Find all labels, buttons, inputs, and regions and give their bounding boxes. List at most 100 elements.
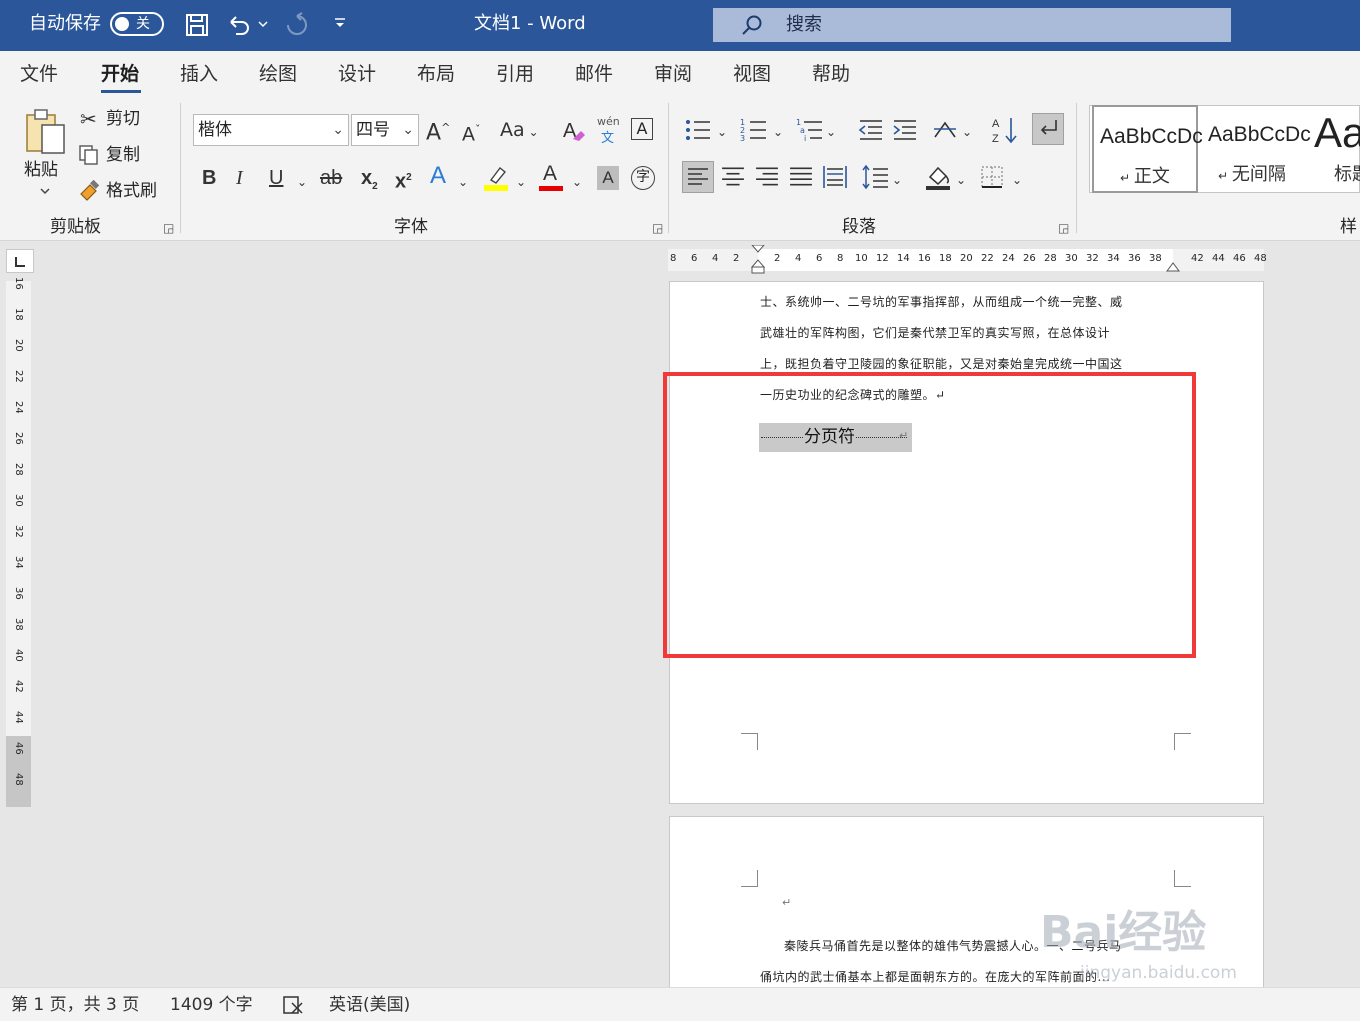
change-case-icon[interactable]: Aa ⌄: [500, 117, 539, 145]
highlight-dropdown-icon[interactable]: ⌄: [516, 169, 526, 195]
clipboard-group-label: 剪贴板: [50, 217, 101, 237]
save-icon[interactable]: [185, 13, 209, 37]
tab-draw[interactable]: 绘图: [259, 61, 297, 87]
tab-review[interactable]: 审阅: [654, 61, 692, 87]
tab-selector[interactable]: [6, 249, 34, 273]
shrink-font-icon[interactable]: Aˇ: [462, 117, 481, 147]
tab-insert[interactable]: 插入: [180, 61, 218, 87]
scissors-icon: ✂: [80, 107, 97, 131]
autosave-toggle[interactable]: 关: [110, 12, 164, 36]
italic-button[interactable]: I: [236, 165, 243, 191]
page-count[interactable]: 第 1 页，共 3 页: [11, 994, 139, 1016]
sort-icon[interactable]: AZ: [992, 115, 1020, 145]
style-normal[interactable]: AaBbCcDc ↵ 正文: [1092, 105, 1203, 193]
style-heading[interactable]: Aa 标题: [1310, 105, 1360, 193]
font-name-select[interactable]: 楷体 ⌄: [193, 114, 349, 146]
chinese-layout-icon[interactable]: [932, 117, 958, 143]
highlight-icon[interactable]: [483, 164, 511, 192]
tab-file[interactable]: 文件: [20, 61, 58, 87]
ruler-tick-label: 6: [816, 253, 823, 264]
paragraph-line[interactable]: 俑坑内的武士俑基本上都是面朝东方的。在庞大的军阵前面的...: [760, 969, 1110, 985]
tab-stop-icon: [15, 257, 25, 267]
character-shading-icon[interactable]: A: [597, 166, 619, 190]
undo-icon[interactable]: [226, 12, 252, 38]
multilevel-dropdown-icon[interactable]: ⌄: [826, 119, 836, 145]
chinese-layout-dropdown-icon[interactable]: ⌄: [962, 119, 972, 145]
paragraph-line[interactable]: 武雄壮的军阵构图，它们是秦代禁卫军的真实写照，在总体设计: [760, 325, 1110, 341]
enclose-characters-icon[interactable]: 字: [631, 166, 655, 190]
borders-dropdown-icon[interactable]: ⌄: [1012, 167, 1022, 193]
tab-home[interactable]: 开始: [101, 61, 139, 87]
redo-icon[interactable]: [284, 12, 310, 38]
copy-button[interactable]: 复制: [78, 142, 158, 168]
language-indicator[interactable]: 英语(美国): [329, 994, 410, 1016]
tab-design[interactable]: 设计: [338, 61, 376, 87]
vertical-ruler[interactable]: 16 18 20 22 24 26 28 30 32 34 36 38 40 42 44 46 48: [6, 277, 31, 807]
tab-view[interactable]: 视图: [733, 61, 771, 87]
svg-text:Z: Z: [992, 133, 999, 145]
align-left-icon: [688, 168, 708, 185]
multilevel-list-icon[interactable]: 1ai: [796, 117, 824, 143]
proofing-icon[interactable]: [282, 995, 304, 1015]
grow-font-icon[interactable]: A^: [426, 115, 450, 146]
search-box[interactable]: 搜索: [713, 8, 1231, 42]
document-canvas[interactable]: 8 6 4 2 2 4 6 8 10 12 14 16 18 20 22 24 26 28 30 32 34 36…: [0, 241, 1360, 996]
borders-icon[interactable]: [980, 165, 1004, 189]
phonetic-guide-icon[interactable]: wén 文: [597, 115, 621, 146]
numbering-icon[interactable]: 123: [740, 117, 768, 143]
font-color-button[interactable]: A: [538, 162, 566, 194]
cut-button[interactable]: ✂ 剪切: [80, 106, 160, 132]
strikethrough-button[interactable]: ab: [320, 165, 342, 191]
text-effects-dropdown-icon[interactable]: ⌄: [458, 169, 468, 195]
bullets-dropdown-icon[interactable]: ⌄: [717, 119, 727, 145]
customize-toolbar-icon[interactable]: [333, 16, 347, 30]
copy-label: 复制: [106, 145, 140, 165]
tab-layout[interactable]: 布局: [417, 61, 455, 87]
align-right-icon[interactable]: [755, 165, 779, 189]
paragraph-line[interactable]: 上，既担负着守卫陵园的象征职能，又是对秦始皇完成统一中国这: [760, 356, 1123, 372]
ruler-tick-label: 2: [774, 253, 781, 264]
subscript-button[interactable]: x2: [361, 165, 378, 200]
clear-formatting-icon[interactable]: A: [561, 117, 587, 143]
superscript-button[interactable]: x2: [395, 165, 412, 195]
right-indent-marker[interactable]: [1166, 259, 1180, 273]
format-painter-button[interactable]: 格式刷: [78, 178, 168, 204]
first-line-indent-marker[interactable]: [751, 245, 765, 275]
line-spacing-dropdown-icon[interactable]: ⌄: [892, 167, 902, 193]
line-spacing-icon[interactable]: [862, 164, 890, 190]
clipboard-launcher-icon[interactable]: ◲: [163, 221, 174, 235]
horizontal-ruler[interactable]: 8 6 4 2 2 4 6 8 10 12 14 16 18 20 22 24 26 28 30 32 34 36…: [668, 245, 1267, 274]
word-count[interactable]: 1409 个字: [170, 994, 253, 1016]
font-group-label: 字体: [394, 217, 428, 237]
paste-button[interactable]: 粘贴: [14, 103, 74, 203]
tab-mailings[interactable]: 邮件: [575, 61, 613, 87]
style-no-spacing[interactable]: AaBbCcDc ↵ 无间隔: [1200, 105, 1311, 193]
increase-indent-icon[interactable]: [892, 117, 918, 143]
tab-references[interactable]: 引用: [496, 61, 534, 87]
align-left-button[interactable]: [682, 161, 714, 193]
font-size-select[interactable]: 四号 ⌄: [351, 114, 419, 146]
bullets-icon[interactable]: [684, 117, 712, 143]
underline-dropdown-icon[interactable]: ⌄: [297, 169, 307, 195]
distributed-icon[interactable]: [822, 164, 848, 190]
bold-button[interactable]: B: [202, 165, 216, 191]
font-color-dropdown-icon[interactable]: ⌄: [572, 169, 582, 195]
show-marks-button[interactable]: [1032, 113, 1064, 145]
text-effects-button[interactable]: A: [430, 163, 446, 189]
shading-icon[interactable]: [925, 163, 953, 191]
paragraph-line[interactable]: 士、系统帅一、二号坑的军事指挥部，从而组成一个统一完整、威: [760, 294, 1123, 310]
underline-button[interactable]: U: [269, 165, 283, 191]
undo-dropdown-icon[interactable]: [258, 20, 268, 28]
font-launcher-icon[interactable]: ◲: [652, 221, 663, 235]
numbering-dropdown-icon[interactable]: ⌄: [773, 119, 783, 145]
decrease-indent-icon[interactable]: [858, 117, 884, 143]
tab-help[interactable]: 帮助: [812, 61, 850, 87]
character-border-icon[interactable]: A: [631, 118, 653, 140]
status-bar: 第 1 页，共 3 页 1409 个字 英语(美国): [0, 987, 1360, 1021]
shading-dropdown-icon[interactable]: ⌄: [956, 167, 966, 193]
paragraph-launcher-icon[interactable]: ◲: [1058, 221, 1069, 235]
justify-icon[interactable]: [789, 165, 813, 189]
ruler-tick-label: 36: [1128, 253, 1141, 264]
align-center-icon[interactable]: [721, 165, 745, 189]
paragraph-group-label: 段落: [842, 217, 876, 237]
